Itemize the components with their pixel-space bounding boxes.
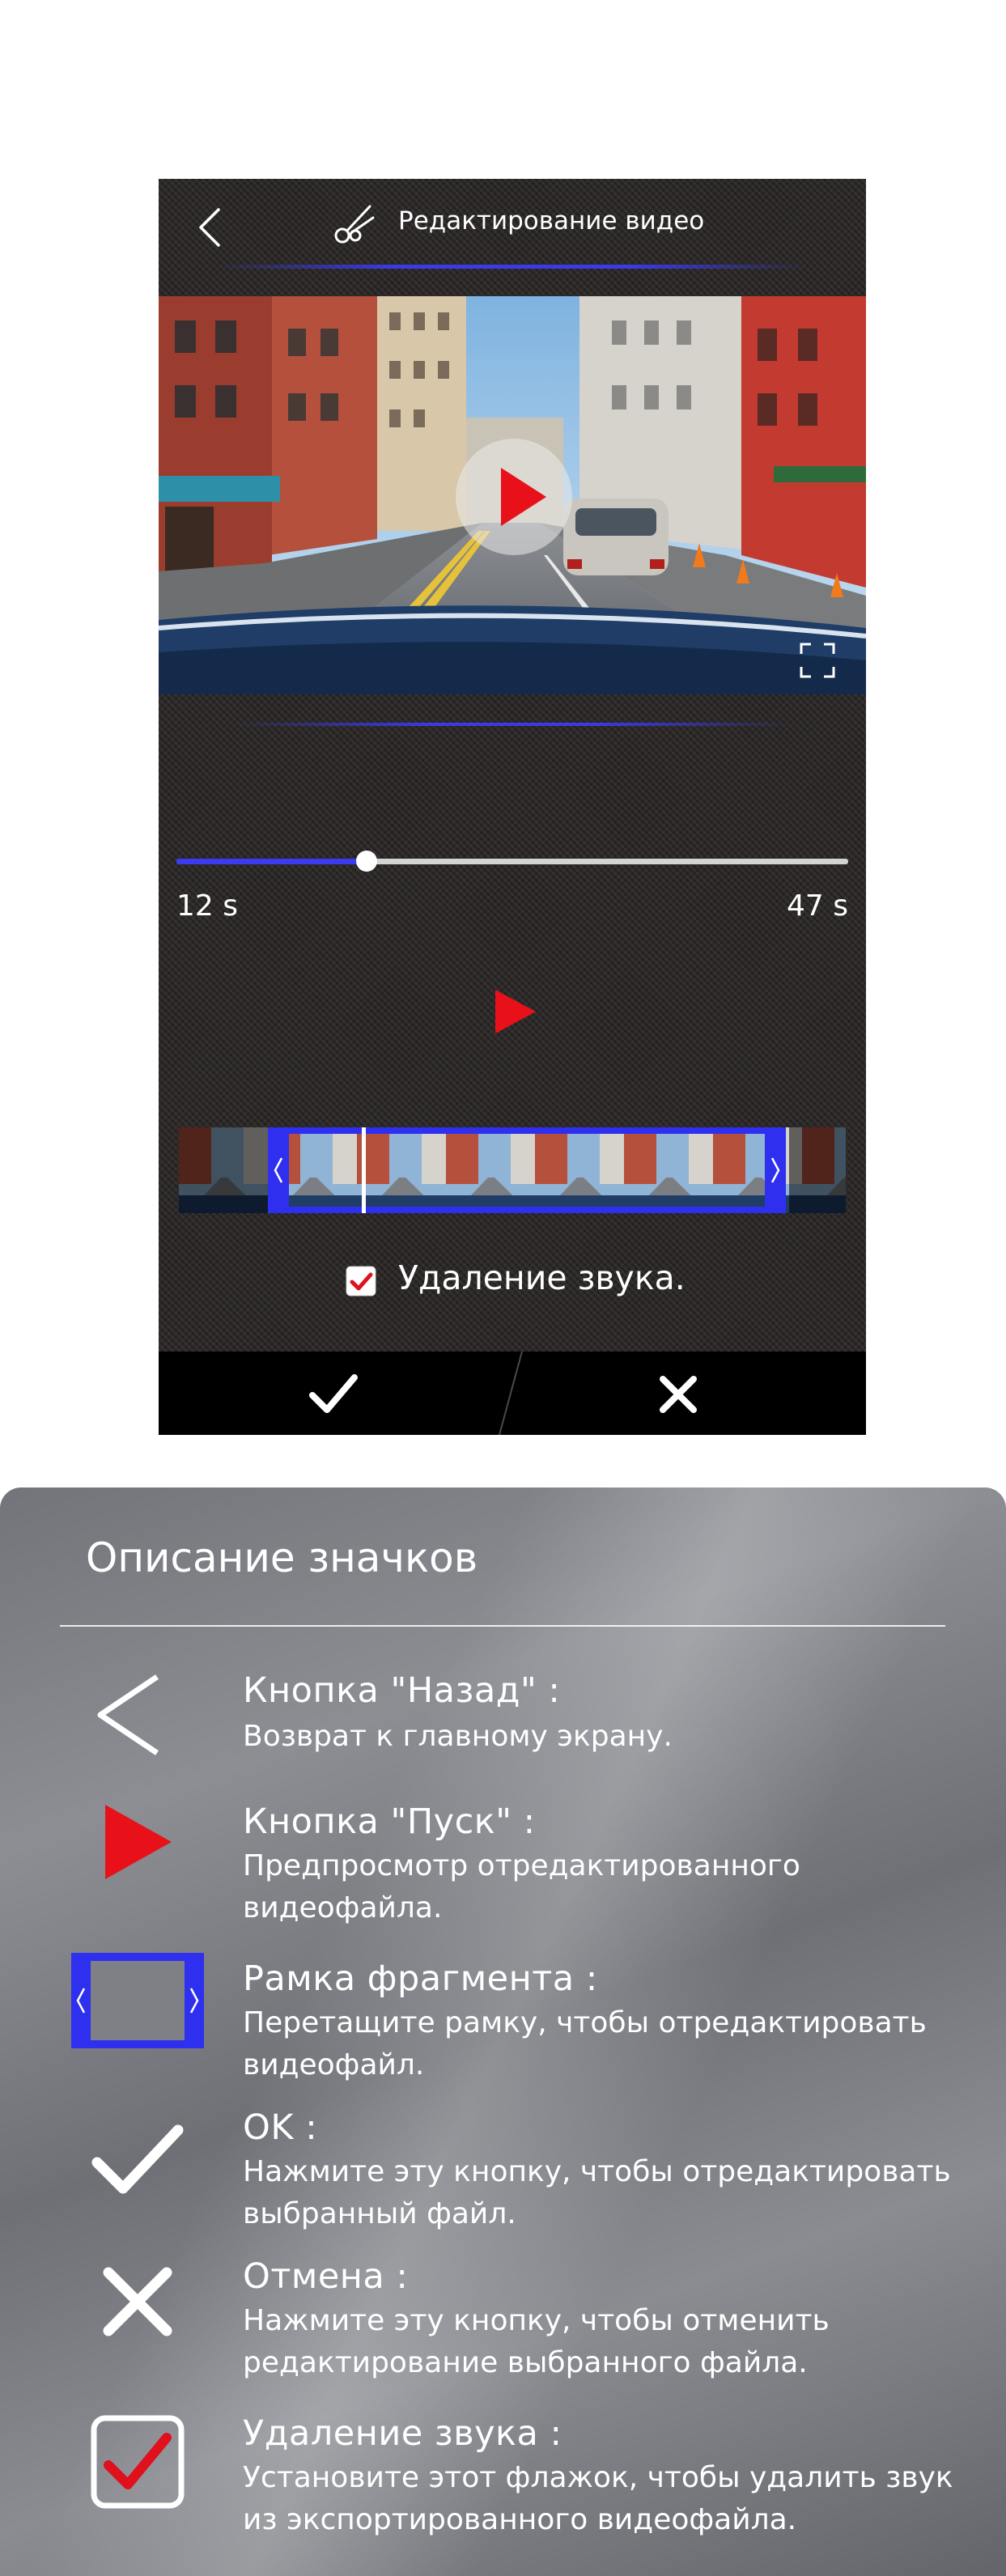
legend-title: Описание значков <box>86 1534 478 1581</box>
legend-item-desc: Установите этот флажок, чтобы удалить зв… <box>243 2461 953 2536</box>
start-time: 12 s <box>176 889 239 923</box>
legend-item-title: Отмена : <box>243 2256 409 2297</box>
play-triangle-icon <box>105 1805 172 1879</box>
header-divider <box>215 265 809 269</box>
legend-item-desc: Возврат к главному экрану. <box>243 1720 673 1753</box>
icon-legend: Описание значков Кнопка "Назад" : Возвра… <box>0 1487 1006 2576</box>
fullscreen-icon[interactable] <box>798 641 837 680</box>
frame-handle-right[interactable] <box>765 1127 786 1213</box>
timeline-excluded-left <box>179 1127 268 1213</box>
checked-checkbox-icon <box>91 2415 185 2509</box>
legend-item-desc: Нажмите эту кнопку, чтобы отредактироват… <box>243 2155 951 2230</box>
end-time: 47 s <box>786 889 848 923</box>
legend-item-desc: Перетащите рамку, чтобы отредактировать … <box>243 2006 927 2082</box>
scissors-icon <box>334 205 375 244</box>
video-preview[interactable] <box>159 296 866 694</box>
mute-checkbox[interactable] <box>345 1265 377 1297</box>
play-overlay-icon[interactable] <box>452 435 575 558</box>
legend-item-title: Кнопка "Назад" : <box>243 1670 561 1711</box>
playhead <box>362 1127 366 1213</box>
seek-thumb[interactable] <box>356 851 377 872</box>
seek-progress <box>176 859 366 864</box>
page-title: Редактирование видео <box>398 206 705 236</box>
play-icon[interactable] <box>494 988 537 1035</box>
chevron-right-icon <box>770 1157 780 1183</box>
fragment-frame-icon <box>71 1953 204 2048</box>
frame-handle-left[interactable] <box>268 1127 289 1213</box>
legend-item-title: Удаление звука : <box>243 2413 562 2454</box>
legend-item-title: Рамка фрагмента : <box>243 1959 598 1999</box>
checkmark-icon <box>309 1374 358 1413</box>
cancel-button[interactable] <box>512 1352 866 1435</box>
action-bar <box>159 1352 866 1435</box>
video-editor-screen: Редактирование видео 12 s 47 s Удаление … <box>159 179 866 1435</box>
legend-item-title: OK : <box>243 2107 318 2148</box>
fragment-frame[interactable] <box>268 1127 786 1213</box>
chevron-left-icon <box>274 1157 283 1183</box>
legend-item-desc: Предпросмотр отредактированного видеофай… <box>243 1849 800 1925</box>
mute-label: Удаление звука. <box>398 1258 686 1297</box>
section-divider <box>231 723 793 726</box>
legend-item-desc: Нажмите эту кнопку, чтобы отменить редак… <box>243 2304 830 2379</box>
back-icon[interactable] <box>188 200 236 257</box>
back-chevron-icon <box>97 1674 159 1755</box>
timeline-excluded-right <box>789 1127 846 1213</box>
legend-item-title: Кнопка "Пуск" : <box>243 1802 536 1842</box>
ok-button[interactable] <box>159 1352 512 1435</box>
checkmark-icon <box>91 2124 184 2194</box>
cross-icon <box>103 2267 172 2336</box>
app-header: Редактирование видео <box>159 179 866 296</box>
close-icon <box>660 1376 697 1413</box>
legend-divider <box>60 1625 945 1627</box>
